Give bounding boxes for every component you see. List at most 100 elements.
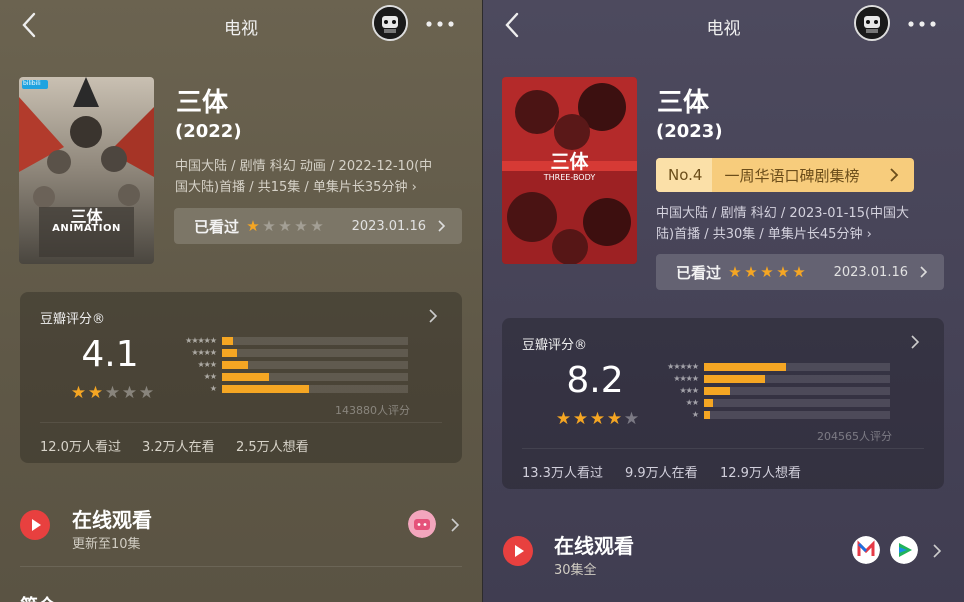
more-options-icon[interactable] xyxy=(424,12,456,36)
bar-track xyxy=(704,387,890,395)
stat-watched: 13.3万人看过 xyxy=(522,466,603,481)
rating-bar-row: ★★ xyxy=(168,372,412,382)
bilibili-icon xyxy=(408,510,436,538)
star-filled-icon: ★ xyxy=(70,383,87,403)
bar-fill xyxy=(704,375,765,383)
rating-bar-row: ★★★★★ xyxy=(168,336,412,346)
bar-fill xyxy=(704,363,786,371)
star-empty-icon: ★ xyxy=(121,383,138,403)
bar-star-label: ★ xyxy=(691,410,699,419)
star-filled-icon: ★ xyxy=(792,263,806,281)
watched-bar[interactable]: 已看过 ★ ★ ★ ★ ★ 2023.01.16 xyxy=(174,208,462,244)
star-filled-icon: ★ xyxy=(246,217,260,235)
bar-star-label: ★★★★★ xyxy=(667,362,699,371)
watched-bar[interactable]: 已看过 ★ ★ ★ ★ ★ 2023.01.16 xyxy=(656,254,944,290)
bar-star-label: ★★ xyxy=(685,398,699,407)
top-bar: 电视 xyxy=(483,0,964,52)
bar-star-label: ★★★★★ xyxy=(185,336,217,345)
rating-card[interactable]: 豆瓣评分® 8.2 ★ ★ ★ ★ ★ 204565人评分 13.3万人看过 9.9万人… xyxy=(502,318,944,489)
bar-star-label: ★★★★ xyxy=(191,348,217,357)
star-filled-icon: ★ xyxy=(589,409,606,429)
star-filled-icon: ★ xyxy=(744,263,758,281)
star-empty-icon: ★ xyxy=(138,383,155,403)
watched-date: 2023.01.16 xyxy=(351,218,426,234)
meta-line-1: 中国大陆 / 剧情 科幻 动画 / 2022-12-10(中 xyxy=(175,159,433,174)
stat-watching: 9.9万人在看 xyxy=(625,466,698,481)
watched-date: 2023.01.16 xyxy=(833,264,908,280)
rank-badge[interactable]: No.4 一周华语口碑剧集榜 xyxy=(656,158,914,192)
rating-bar-row: ★★★ xyxy=(650,386,894,396)
bar-star-label: ★★★ xyxy=(679,386,699,395)
chevron-right-icon xyxy=(438,220,446,232)
bar-track xyxy=(222,361,408,369)
stat-watching: 3.2万人在看 xyxy=(142,440,215,455)
bar-track xyxy=(704,363,890,371)
poster[interactable]: 三体 ANIMATION bilibili xyxy=(19,77,154,264)
my-rating-stars: ★ ★ ★ ★ ★ xyxy=(245,217,325,235)
bar-track xyxy=(222,373,408,381)
show-meta[interactable]: 中国大陆 / 剧情 科幻 动画 / 2022-12-10(中 国大陆)首播 / … xyxy=(175,156,465,198)
stat-want: 12.9万人想看 xyxy=(720,466,801,481)
meta-line-2: 陆)首播 / 共30集 / 单集片长45分钟 › xyxy=(656,227,872,242)
bar-fill xyxy=(704,411,710,419)
watch-online-subtitle: 更新至10集 xyxy=(72,537,141,552)
meta-line-1: 中国大陆 / 剧情 科幻 / 2023-01-15(中国大 xyxy=(656,206,910,221)
star-empty-icon: ★ xyxy=(310,217,324,235)
play-icon xyxy=(20,510,50,540)
star-filled-icon: ★ xyxy=(87,383,104,403)
more-options-icon[interactable] xyxy=(906,12,938,36)
star-filled-icon: ★ xyxy=(776,263,790,281)
bar-star-label: ★★ xyxy=(203,372,217,381)
play-icon xyxy=(503,536,533,566)
card-divider xyxy=(40,422,442,423)
rating-bar-row: ★★★★★ xyxy=(650,362,894,372)
show-meta[interactable]: 中国大陆 / 剧情 科幻 / 2023-01-15(中国大 陆)首播 / 共30… xyxy=(656,203,951,245)
star-filled-icon: ★ xyxy=(760,263,774,281)
score-stars: ★ ★ ★ ★ ★ xyxy=(70,383,155,403)
rating-count: 204565人评分 xyxy=(817,430,892,443)
bar-track xyxy=(222,349,408,357)
chevron-right-icon xyxy=(911,335,920,349)
chevron-right-icon xyxy=(920,266,928,278)
bar-track xyxy=(704,411,890,419)
watch-online-subtitle: 30集全 xyxy=(554,563,597,578)
watched-label: 已看过 xyxy=(676,263,722,282)
star-empty-icon: ★ xyxy=(294,217,308,235)
rating-card[interactable]: 豆瓣评分® 4.1 ★ ★ ★ ★ ★ 143880人评分 12.0万人看过 3.2万人… xyxy=(20,292,462,463)
bar-track xyxy=(704,375,890,383)
bar-star-label: ★ xyxy=(209,384,217,393)
left-detail-screen: 电视 三体 ANIMATION bilibili 三体 (2022) 中国大陆 … xyxy=(0,0,482,602)
rating-bar-row: ★★★★ xyxy=(650,374,894,384)
rating-header: 豆瓣评分® xyxy=(522,338,588,353)
bar-fill xyxy=(704,387,730,395)
watched-label: 已看过 xyxy=(194,217,240,236)
bar-star-label: ★★★★ xyxy=(673,374,699,383)
bar-fill xyxy=(222,361,248,369)
bar-fill xyxy=(222,385,309,393)
rating-count: 143880人评分 xyxy=(335,404,410,417)
rating-bar-row: ★★ xyxy=(650,398,894,408)
top-bar: 电视 xyxy=(0,0,482,52)
star-empty-icon: ★ xyxy=(104,383,121,403)
tencent-video-icon xyxy=(890,536,918,564)
meta-line-2: 国大陆)首播 / 共15集 / 单集片长35分钟 › xyxy=(175,180,417,195)
bar-track xyxy=(222,385,408,393)
bar-fill xyxy=(222,337,233,345)
poster-badge: bilibili xyxy=(23,80,41,87)
rating-bar-row: ★★★ xyxy=(168,360,412,370)
poster[interactable]: 三体 THREE-BODY xyxy=(502,77,637,264)
show-year: (2023) xyxy=(656,121,723,142)
bar-star-label: ★★★ xyxy=(197,360,217,369)
score-stars: ★ ★ ★ ★ ★ xyxy=(555,409,640,429)
avatar[interactable] xyxy=(854,5,890,41)
show-title: 三体 xyxy=(657,88,710,118)
migu-icon xyxy=(852,536,880,564)
bar-fill xyxy=(222,349,237,357)
chevron-right-icon xyxy=(890,168,899,182)
rating-bar-row: ★ xyxy=(168,384,412,394)
bar-track xyxy=(704,399,890,407)
chevron-right-icon xyxy=(933,544,942,558)
avatar[interactable] xyxy=(372,5,408,41)
show-title: 三体 xyxy=(176,88,229,118)
intro-heading: 简介 xyxy=(20,592,56,602)
